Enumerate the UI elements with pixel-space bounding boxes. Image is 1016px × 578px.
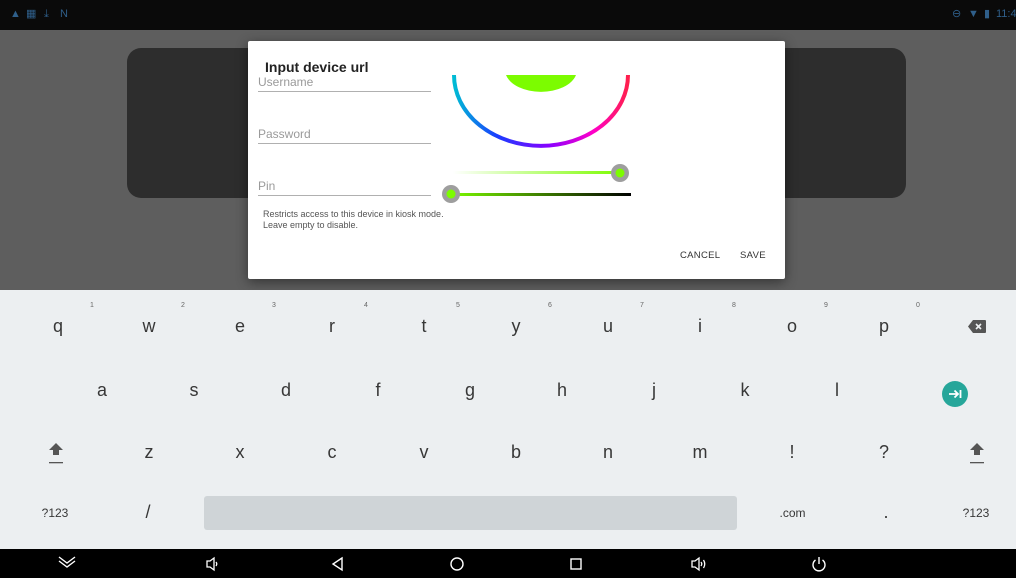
- key-hint: 0: [916, 302, 920, 309]
- key-hint: 6: [548, 302, 552, 309]
- key-hint: 9: [824, 302, 828, 309]
- pin-field[interactable]: Pin: [258, 177, 431, 196]
- key-g[interactable]: g: [424, 380, 516, 401]
- soft-keyboard: q 1 w 2 e 3 r 4 t 5 y 6 u 7 i 8 o 9 p 0 …: [0, 290, 1016, 549]
- key-u[interactable]: u: [562, 316, 654, 337]
- shift-right-icon[interactable]: [970, 443, 984, 465]
- key-a[interactable]: a: [56, 380, 148, 401]
- key-h[interactable]: h: [516, 380, 608, 401]
- key-hint: 4: [364, 302, 368, 309]
- key-o[interactable]: o: [746, 316, 838, 337]
- key-l[interactable]: l: [791, 380, 883, 401]
- home-icon[interactable]: [449, 556, 465, 572]
- symbols-key-left[interactable]: ?123: [20, 506, 90, 520]
- pin-hint: Restricts access to this device in kiosk…: [263, 209, 444, 230]
- battery-icon: ▮: [984, 8, 991, 20]
- value-slider[interactable]: [442, 185, 631, 203]
- key-hint: 8: [732, 302, 736, 309]
- wifi-icon: ▼: [968, 8, 979, 20]
- backspace-icon[interactable]: [968, 320, 986, 333]
- power-icon[interactable]: [811, 556, 827, 572]
- key-t[interactable]: t: [378, 316, 470, 337]
- cancel-button[interactable]: CANCEL: [680, 250, 720, 261]
- key-j[interactable]: j: [608, 380, 700, 401]
- shift-left-icon[interactable]: [49, 443, 63, 465]
- key-n[interactable]: n: [562, 442, 654, 463]
- volume-up-icon[interactable]: [690, 556, 708, 572]
- navigation-bar: [0, 549, 1016, 578]
- key-s[interactable]: s: [148, 380, 240, 401]
- key-r[interactable]: r: [286, 316, 378, 337]
- recents-icon[interactable]: [568, 556, 584, 572]
- input-device-url-dialog: Input device url Username Password Pin R…: [248, 41, 785, 279]
- save-button[interactable]: SAVE: [740, 250, 766, 261]
- key-hint: 3: [272, 302, 276, 309]
- key-slash[interactable]: /: [102, 502, 194, 523]
- volume-down-icon[interactable]: [204, 556, 220, 572]
- symbols-key-right[interactable]: ?123: [940, 506, 1012, 520]
- key-hint: 5: [456, 302, 460, 309]
- key-question[interactable]: ?: [838, 442, 930, 463]
- selected-color-swatch: [506, 75, 576, 92]
- password-field[interactable]: Password: [258, 125, 431, 144]
- key-p[interactable]: p: [838, 316, 930, 337]
- key-exclamation[interactable]: !: [746, 442, 838, 463]
- key-d[interactable]: d: [240, 380, 332, 401]
- key-m[interactable]: m: [654, 442, 746, 463]
- key-hint: 1: [90, 302, 94, 309]
- color-picker[interactable]: [438, 41, 658, 211]
- hide-keyboard-icon[interactable]: [58, 556, 76, 572]
- calendar-icon: ▦: [26, 8, 37, 20]
- status-time: 11:4: [996, 8, 1016, 20]
- tab-next-icon: [949, 389, 962, 399]
- key-x[interactable]: x: [194, 442, 286, 463]
- warning-icon: ▲: [10, 8, 21, 20]
- key-c[interactable]: c: [286, 442, 378, 463]
- key-b[interactable]: b: [470, 442, 562, 463]
- back-icon[interactable]: [330, 556, 346, 572]
- key-f[interactable]: f: [332, 380, 424, 401]
- username-field[interactable]: Username: [258, 73, 431, 92]
- key-hint: 7: [640, 302, 644, 309]
- key-e[interactable]: e: [194, 316, 286, 337]
- enter-key[interactable]: [942, 381, 968, 407]
- key-z[interactable]: z: [103, 442, 195, 463]
- download-icon: ⤓: [44, 8, 49, 20]
- minus-circle-icon: ⊖: [952, 8, 962, 20]
- saturation-slider[interactable]: [453, 164, 629, 182]
- key-v[interactable]: v: [378, 442, 470, 463]
- key-y[interactable]: y: [470, 316, 562, 337]
- key-w[interactable]: w: [103, 316, 195, 337]
- key-hint: 2: [181, 302, 185, 309]
- key-q[interactable]: q: [12, 316, 104, 337]
- n-icon: N: [60, 8, 68, 20]
- dotcom-key[interactable]: .com: [765, 506, 820, 520]
- key-i[interactable]: i: [654, 316, 746, 337]
- status-bar: ▲ ▦ ⤓ N ⊖ ▼ ▮ 11:4: [0, 0, 1016, 30]
- key-k[interactable]: k: [699, 380, 791, 401]
- key-period[interactable]: .: [840, 502, 932, 523]
- space-bar[interactable]: [204, 496, 737, 530]
